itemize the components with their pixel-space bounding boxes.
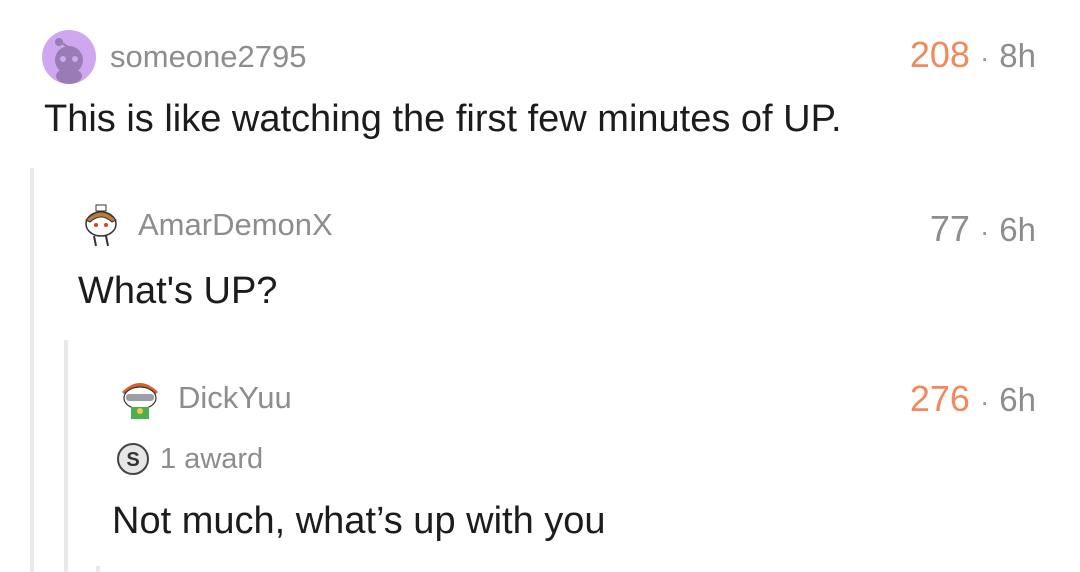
snoo-avatar-icon[interactable] [78,202,124,248]
score: 208 [909,34,970,75]
separator-dot: · [979,386,990,417]
comment-header: AmarDemonX [78,202,333,248]
snoo-avatar-icon[interactable] [42,30,96,84]
timestamp: 8h [999,37,1036,74]
comment-body: This is like watching the first few minu… [44,98,842,140]
thread-line-level-3 [96,566,100,572]
username[interactable]: someone2795 [110,39,307,75]
award-count: 1 award [160,442,264,475]
username[interactable]: DickYuu [178,380,292,416]
comment-header: DickYuu [116,374,292,422]
separator-dot: · [979,42,990,73]
comment-meta: 77 · 6h [930,208,1036,250]
comment-body: Not much, what’s up with you [112,500,606,542]
snoo-avatar-icon[interactable] [116,374,164,422]
score: 77 [929,208,970,249]
timestamp: 6h [999,381,1036,418]
thread-line-level-1 [30,168,34,572]
username[interactable]: AmarDemonX [138,207,333,243]
comment-body: What's UP? [78,270,278,312]
comment-meta: 208 · 8h [910,34,1036,76]
svg-text:S: S [126,449,139,471]
score: 276 [909,378,970,419]
thread-line-level-2 [64,340,68,572]
silver-award-icon: S [116,442,150,476]
separator-dot: · [979,216,990,247]
comment-meta: 276 · 6h [910,378,1036,420]
timestamp: 6h [999,211,1036,248]
comment-header: someone2795 [42,30,307,84]
award-row[interactable]: S 1 award [116,442,263,476]
